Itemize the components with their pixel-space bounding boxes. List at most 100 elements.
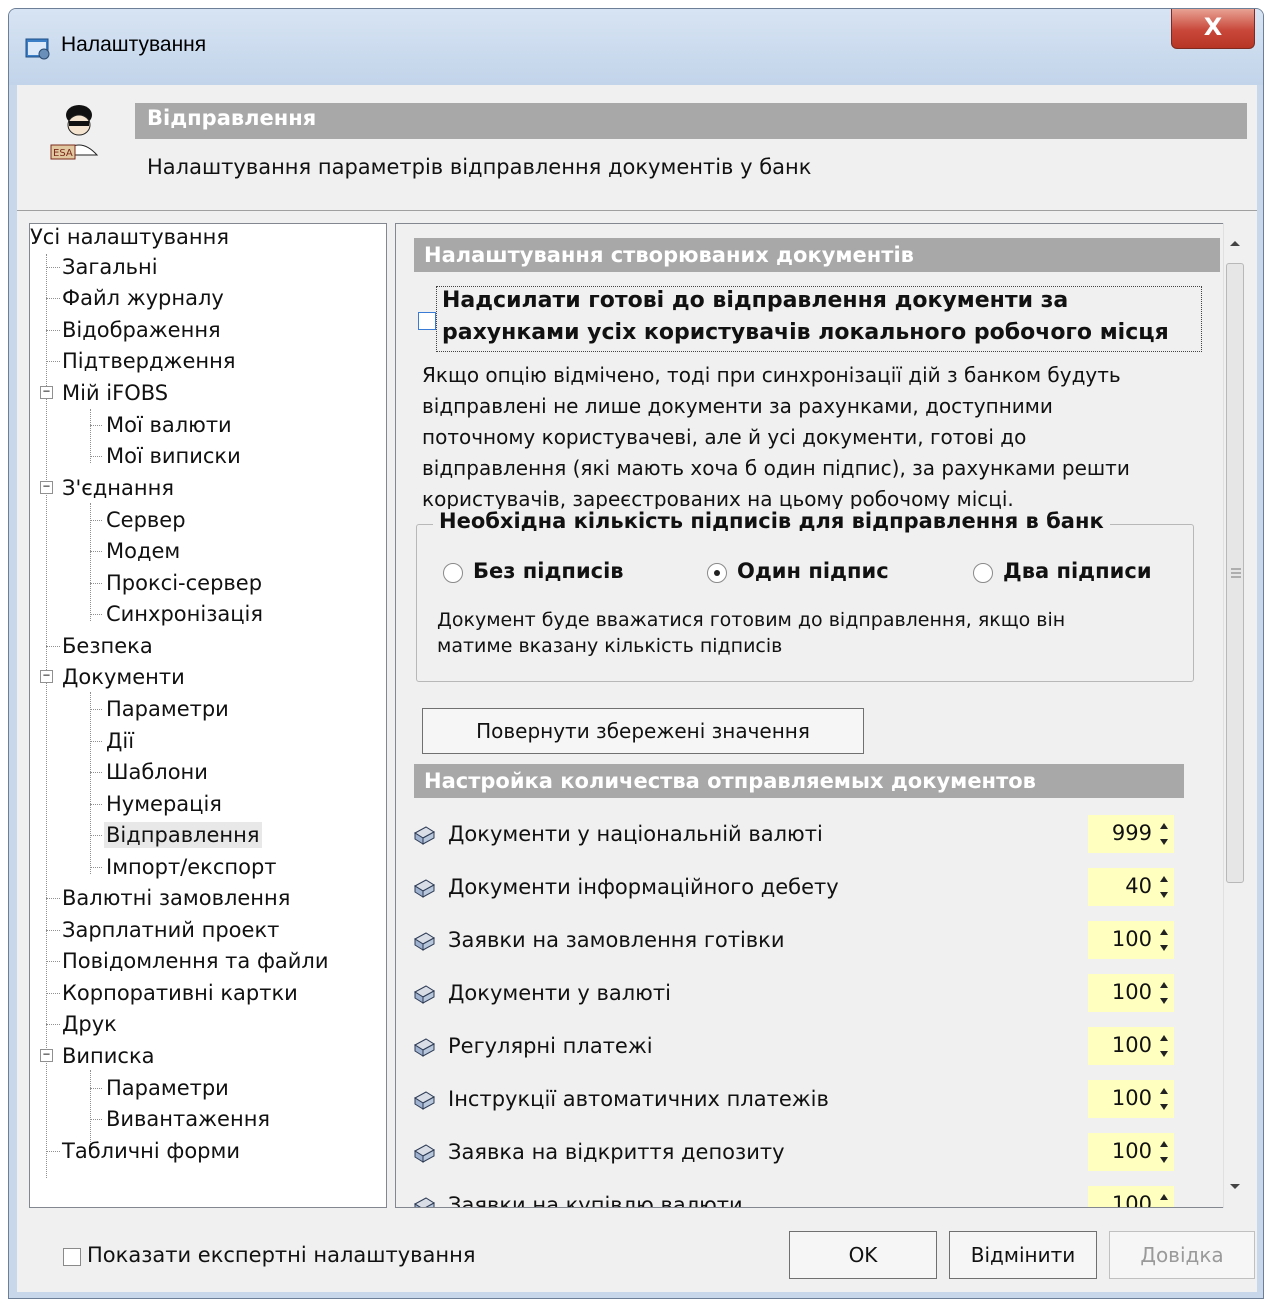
tree-item-sending[interactable]: Відправлення — [104, 822, 262, 848]
tree-item-modem[interactable]: Модем — [106, 538, 180, 564]
send-limit-value[interactable]: 100 — [1112, 1033, 1152, 1057]
send-limit-value[interactable]: 100 — [1112, 1192, 1152, 1207]
tree-item-proxy-server[interactable]: Проксі-сервер — [106, 570, 262, 596]
restore-saved-values-button[interactable]: Повернути збережені значення — [422, 708, 864, 754]
tree-line — [46, 330, 60, 331]
send-limit-spinner[interactable]: 999 — [1088, 815, 1174, 853]
send-limit-spinner[interactable]: 100 — [1088, 1027, 1174, 1065]
tree-item-display[interactable]: Відображення — [62, 317, 221, 343]
tree-expander-my-ifobs[interactable]: − — [40, 385, 53, 399]
expert-settings-label[interactable]: Показати експертні налаштування — [87, 1243, 476, 1267]
scroll-down-arrow-icon[interactable] — [1229, 1183, 1241, 1191]
tree-line — [90, 456, 102, 457]
tree-expander-statement[interactable]: − — [40, 1048, 53, 1062]
help-button[interactable]: Довідка — [1109, 1231, 1255, 1279]
tree-item-my-currencies[interactable]: Мої валюти — [106, 412, 232, 438]
tree-item-log-file[interactable]: Файл журналу — [62, 285, 224, 311]
tree-item-messages-files[interactable]: Повідомлення та файли — [62, 948, 329, 974]
document-stack-icon — [414, 826, 435, 845]
scrollbar-thumb[interactable] — [1226, 263, 1244, 883]
send-limit-row: Заявка на відкриття депозиту 100 — [408, 1132, 1198, 1178]
tree-item-statement[interactable]: Виписка — [62, 1043, 155, 1069]
dialog-header: ESA Відправлення Налаштування параметрів… — [17, 85, 1257, 211]
tree-item-actions[interactable]: Дії — [106, 728, 134, 754]
tree-item-currency-orders[interactable]: Валютні замовлення — [62, 885, 290, 911]
radio-no-signatures-label[interactable]: Без підписів — [473, 559, 624, 583]
tree-item-import-export[interactable]: Імпорт/експорт — [106, 854, 277, 880]
send-limit-value[interactable]: 100 — [1112, 1139, 1152, 1163]
tree-item-templates[interactable]: Шаблони — [106, 759, 208, 785]
settings-tree[interactable]: Усі налаштування Загальні Файл журналу В… — [29, 223, 387, 1208]
tree-line — [46, 898, 60, 899]
radio-no-signatures[interactable] — [443, 563, 463, 583]
spinner-arrows-icon[interactable] — [1158, 1031, 1170, 1061]
send-limit-row: Документи у валюті 100 — [408, 973, 1198, 1019]
ok-button[interactable]: OK — [789, 1231, 937, 1279]
tree-item-my-ifobs[interactable]: Мій iFOBS — [62, 380, 168, 406]
send-limit-label: Документи у національній валюті — [448, 822, 823, 846]
tree-item-export[interactable]: Вивантаження — [106, 1106, 270, 1132]
tree-item-my-statements[interactable]: Мої виписки — [106, 443, 241, 469]
spinner-arrows-icon[interactable] — [1158, 978, 1170, 1008]
tree-line — [90, 772, 102, 773]
tree-item-table-forms[interactable]: Табличні форми — [62, 1138, 240, 1164]
tree-item-security[interactable]: Безпека — [62, 633, 153, 659]
send-limit-spinner[interactable]: 100 — [1088, 1080, 1174, 1118]
spinner-arrows-icon[interactable] — [1158, 872, 1170, 902]
send-limit-label: Документи у валюті — [448, 981, 671, 1005]
info-line: Якщо опцію відмічено, тоді при синхроніз… — [422, 363, 1121, 387]
expert-settings-checkbox[interactable] — [63, 1248, 81, 1266]
cancel-button[interactable]: Відмінити — [949, 1231, 1097, 1279]
title-bar[interactable]: Налаштування X — [9, 9, 1263, 85]
tree-expander-connection[interactable]: − — [40, 480, 53, 494]
tree-item-print[interactable]: Друк — [62, 1011, 117, 1037]
tree-item-statement-parameters[interactable]: Параметри — [106, 1075, 229, 1101]
send-limit-spinner[interactable]: 100 — [1088, 974, 1174, 1012]
radio-one-signature[interactable] — [707, 563, 727, 583]
send-all-label-line1[interactable]: Надсилати готові до відправлення докумен… — [442, 288, 1068, 313]
tree-expander-documents[interactable]: − — [40, 669, 53, 683]
send-limit-label: Заявки на купівлю валюти — [448, 1193, 743, 1208]
tree-item-general[interactable]: Загальні — [62, 254, 158, 280]
tree-item-doc-parameters[interactable]: Параметри — [106, 696, 229, 722]
spinner-arrows-icon[interactable] — [1158, 1084, 1170, 1114]
tree-item-salary-project[interactable]: Зарплатний проект — [62, 917, 279, 943]
radio-two-signatures-label[interactable]: Два підписи — [1003, 559, 1152, 583]
send-limit-row: Документи інформаційного дебету 40 — [408, 867, 1198, 913]
user-avatar-icon: ESA — [50, 105, 99, 160]
scroll-up-arrow-icon[interactable] — [1229, 239, 1241, 247]
tree-item-confirmation[interactable]: Підтвердження — [62, 348, 235, 374]
tree-line — [46, 267, 60, 268]
send-limit-value[interactable]: 100 — [1112, 980, 1152, 1004]
info-line: відправлення (які мають хоча б один підп… — [422, 456, 1130, 480]
signatures-note: Документ буде вважатися готовим до відпр… — [437, 607, 1177, 659]
tree-item-numbering[interactable]: Нумерація — [106, 791, 222, 817]
tree-item-synchronization[interactable]: Синхронізація — [106, 601, 263, 627]
tree-item-corporate-cards[interactable]: Корпоративні картки — [62, 980, 298, 1006]
spinner-arrows-icon[interactable] — [1158, 1190, 1170, 1208]
panel-scrollbar[interactable] — [1223, 223, 1245, 1208]
tree-item-connection[interactable]: З'єднання — [62, 475, 174, 501]
send-limit-value[interactable]: 100 — [1112, 927, 1152, 951]
section-send-limits-header: Настройка количества отправляемых докуме… — [414, 764, 1184, 798]
send-limit-spinner[interactable]: 100 — [1088, 921, 1174, 959]
send-limit-value[interactable]: 100 — [1112, 1086, 1152, 1110]
spinner-arrows-icon[interactable] — [1158, 925, 1170, 955]
radio-one-signature-label[interactable]: Один підпис — [737, 559, 889, 583]
send-limit-spinner[interactable]: 40 — [1088, 868, 1174, 906]
send-limit-value[interactable]: 40 — [1125, 874, 1152, 898]
spinner-arrows-icon[interactable] — [1158, 819, 1170, 849]
send-limit-spinner[interactable]: 100 — [1088, 1186, 1174, 1208]
send-all-label-line2[interactable]: рахунками усіх користувачів локального р… — [442, 320, 1169, 345]
tree-item-all-settings[interactable]: Усі налаштування — [30, 224, 229, 250]
tree-item-documents[interactable]: Документи — [62, 664, 185, 690]
close-button[interactable]: X — [1171, 9, 1255, 49]
send-limit-spinner[interactable]: 100 — [1088, 1133, 1174, 1171]
spinner-arrows-icon[interactable] — [1158, 1137, 1170, 1167]
window-title: Налаштування — [61, 33, 207, 56]
tree-item-server[interactable]: Сервер — [106, 507, 186, 533]
send-all-checkbox[interactable] — [418, 312, 436, 330]
radio-two-signatures[interactable] — [973, 563, 993, 583]
grip-icon — [1231, 568, 1241, 578]
send-limit-value[interactable]: 999 — [1112, 821, 1152, 845]
